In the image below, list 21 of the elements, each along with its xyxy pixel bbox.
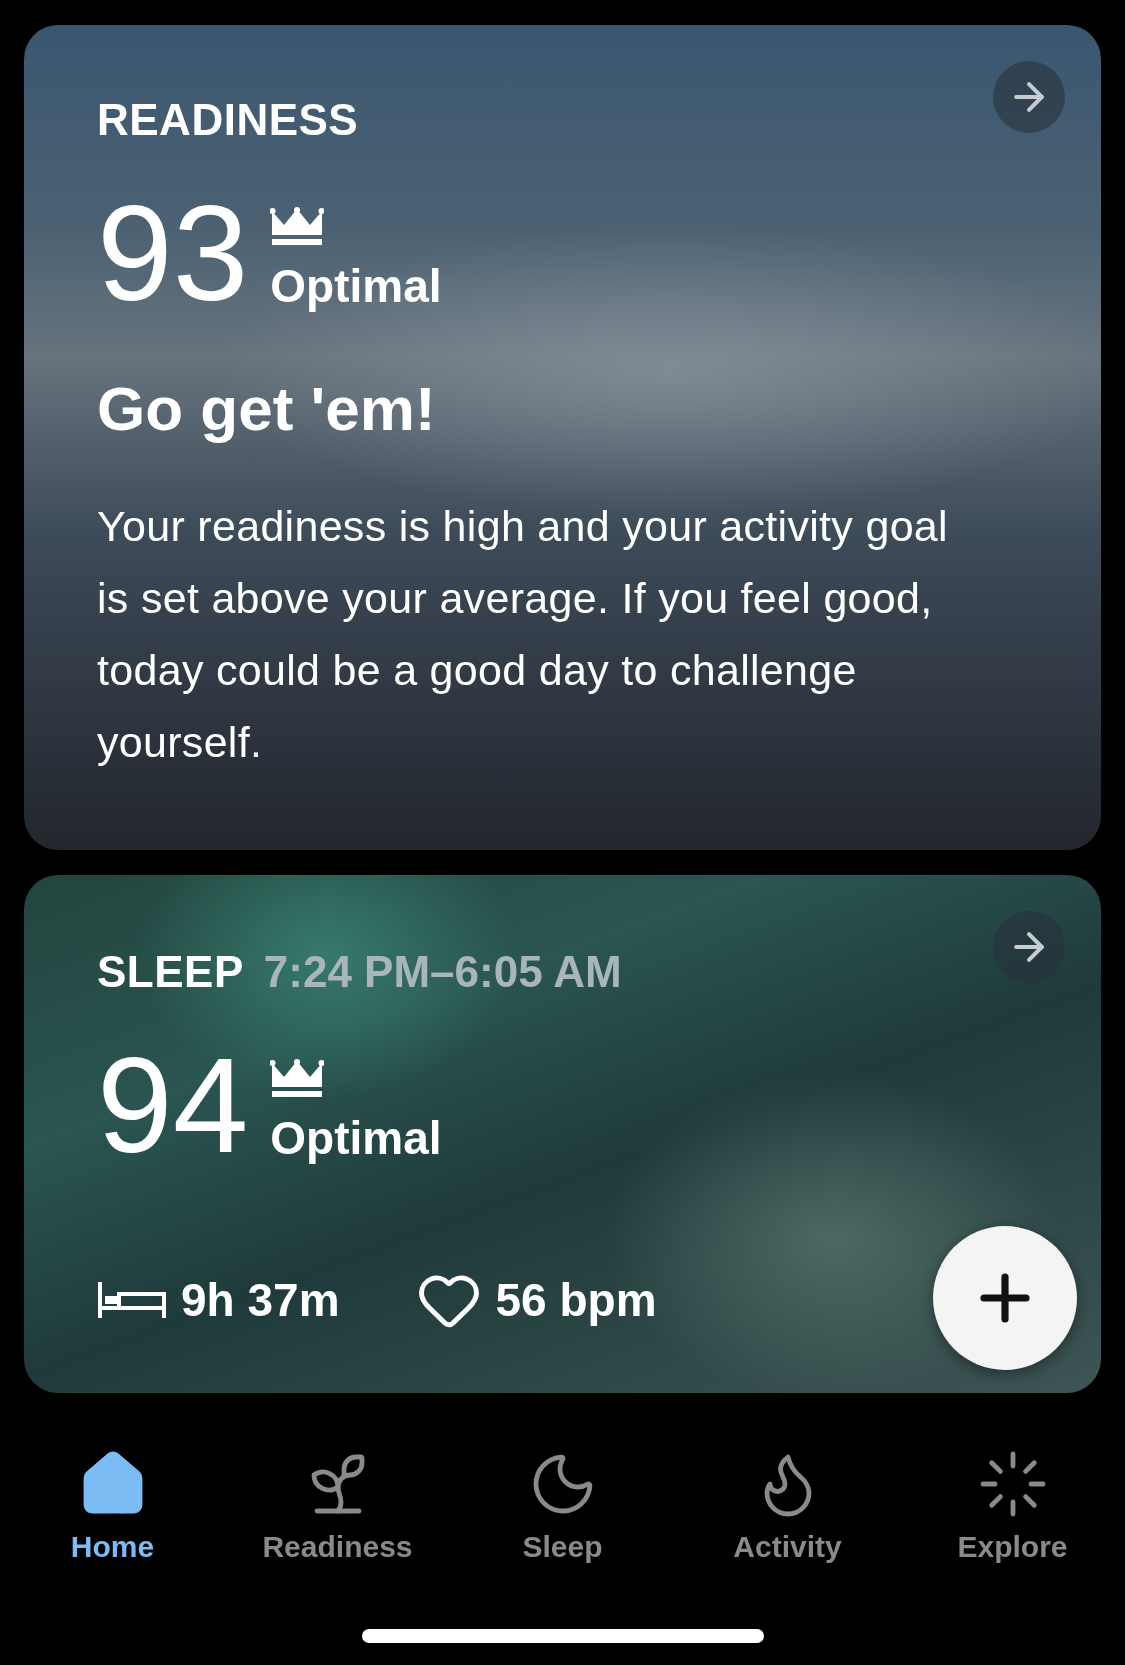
- score-value: 93: [97, 185, 249, 321]
- score-rating: Optimal: [270, 1111, 442, 1165]
- sleep-card[interactable]: SLEEP 7:24 PM–6:05 AM 94 Optimal 9h 37m 56 bpm: [24, 875, 1101, 1393]
- time-range: 7:24 PM–6:05 AM: [263, 947, 622, 997]
- card-title: SLEEP: [97, 947, 244, 997]
- nav-tab[interactable]: Activity: [675, 1448, 900, 1564]
- stat-value: 56 bpm: [495, 1273, 657, 1327]
- nav-tab[interactable]: Sleep: [450, 1448, 675, 1564]
- crown-icon: [270, 1059, 325, 1097]
- stat-value: 9h 37m: [181, 1273, 340, 1327]
- crown-icon: [270, 207, 325, 245]
- description: Your readiness is high and your activity goal is set above your average. If you feel good, today could be a good day to challenge yourself.: [97, 501, 949, 768]
- bed-icon: [97, 1280, 167, 1320]
- nav-tab[interactable]: Home: [0, 1448, 225, 1564]
- score-rating: Optimal: [270, 259, 442, 313]
- nav-tab[interactable]: Readiness: [225, 1448, 450, 1564]
- card-title: READINESS: [97, 95, 359, 145]
- readiness-card[interactable]: READINESS 93 Optimal Go get 'em! Your readiness is high and your activity goal is set above your average. If you feel good, today could be a good day to challenge yourself.: [24, 25, 1101, 850]
- headline: Go get 'em!: [97, 373, 437, 444]
- score-value: 94: [97, 1037, 249, 1173]
- nav-tab[interactable]: Explore: [900, 1448, 1125, 1564]
